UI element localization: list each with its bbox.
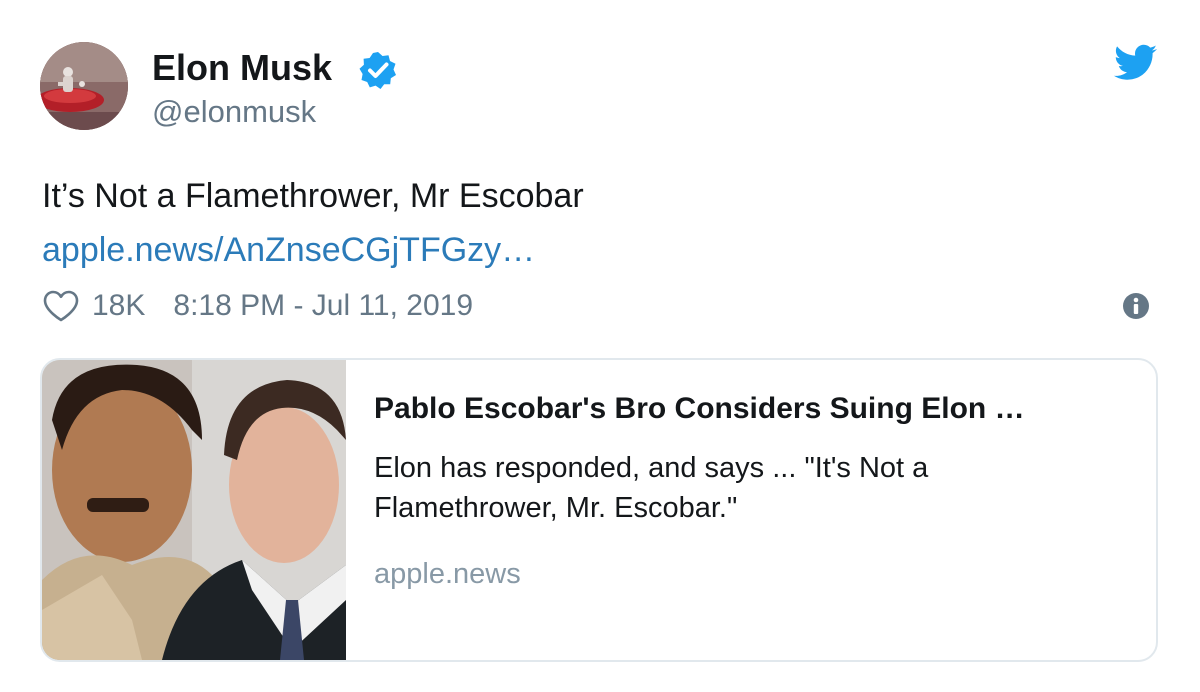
tweet-link[interactable]: apple.news/AnZnseCGjTFGzy… xyxy=(42,230,535,270)
link-preview-card[interactable]: Pablo Escobar's Bro Considers Suing Elon… xyxy=(40,358,1158,662)
card-title[interactable]: Pablo Escobar's Bro Considers Suing Elon… xyxy=(374,390,1134,428)
card-photo xyxy=(42,360,346,660)
twitter-bird-icon[interactable] xyxy=(1112,44,1158,84)
author-name[interactable]: Elon Musk xyxy=(152,48,332,88)
avatar-image xyxy=(40,42,128,130)
card-thumbnail xyxy=(42,360,346,660)
tweet-text: It’s Not a Flamethrower, Mr Escobar xyxy=(42,177,584,215)
card-description: Elon has responded, and says ... "It's N… xyxy=(374,452,929,524)
like-count[interactable]: 18K xyxy=(92,289,145,323)
author-avatar[interactable] xyxy=(40,42,128,130)
info-icon[interactable] xyxy=(1122,292,1150,320)
tweet-meta: 18K 8:18 PM - Jul 11, 2019 xyxy=(42,286,473,326)
verified-badge-icon xyxy=(359,52,396,89)
card-domain: apple.news xyxy=(374,558,521,590)
embedded-tweet: Elon Musk @elonmusk It’s Not a Flamethro… xyxy=(0,0,1200,692)
tweet-timestamp[interactable]: 8:18 PM - Jul 11, 2019 xyxy=(173,289,473,323)
heart-icon[interactable] xyxy=(42,289,80,323)
author-handle[interactable]: @elonmusk xyxy=(152,94,316,130)
